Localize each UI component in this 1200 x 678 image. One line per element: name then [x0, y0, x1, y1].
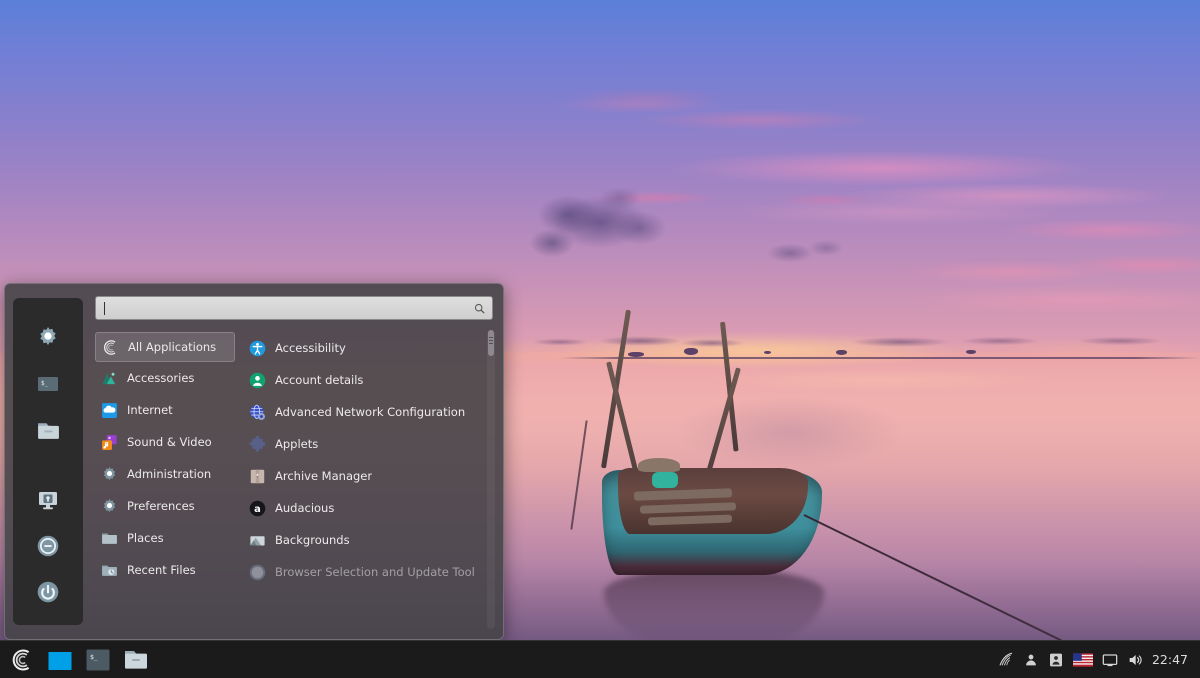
app-account-details[interactable]: Account details: [243, 364, 493, 396]
folder-icon: [125, 650, 147, 669]
accessibility-icon: [249, 340, 266, 356]
search-box[interactable]: [95, 296, 493, 320]
folder-icon: [37, 422, 59, 439]
sidebar-item-system-settings[interactable]: [28, 318, 68, 358]
app-label: Backgrounds: [275, 533, 350, 547]
taskbar: $_ 22:47: [0, 640, 1200, 678]
system-tray: 22:47: [998, 652, 1192, 668]
network-tray-icon[interactable]: [998, 652, 1014, 668]
app-list-scrollbar[interactable]: [487, 330, 495, 629]
places-folder-icon: [102, 533, 117, 544]
category-label: Internet: [127, 403, 173, 417]
category-preferences[interactable]: Preferences: [95, 490, 235, 522]
archive-manager-icon: [250, 469, 265, 483]
sidebar-item-terminal[interactable]: $_: [28, 364, 68, 404]
category-places[interactable]: Places: [95, 522, 235, 554]
category-label: Accessories: [127, 371, 195, 385]
app-label: Archive Manager: [275, 469, 373, 483]
menu-sidebar: $_: [13, 298, 83, 625]
power-icon: [37, 581, 59, 603]
category-administration[interactable]: Administration: [95, 458, 235, 490]
category-all-applications[interactable]: All Applications: [95, 332, 235, 362]
category-recent-files[interactable]: Recent Files: [95, 554, 235, 586]
sidebar-item-files[interactable]: [28, 410, 68, 450]
preferences-icon: [103, 498, 116, 512]
category-sound-video[interactable]: Sound & Video: [95, 426, 235, 458]
mint-logo-icon: [12, 649, 30, 670]
internet-icon: [102, 402, 117, 418]
category-label: Recent Files: [127, 563, 196, 577]
updates-tray-icon[interactable]: [1048, 652, 1064, 668]
app-label: Applets: [275, 437, 319, 451]
taskbar-launchers: $_: [8, 646, 151, 674]
category-accessories[interactable]: Accessories: [95, 362, 235, 394]
browser-selection-icon: [249, 564, 266, 580]
svg-text:a: a: [254, 504, 261, 515]
app-applets[interactable]: Applets: [243, 428, 493, 460]
menu-main: All Applications Accessories Internet So…: [83, 284, 503, 639]
app-browser-selection-and-update-tool[interactable]: Browser Selection and Update Tool: [243, 556, 493, 588]
text-caret: [104, 302, 105, 315]
boat-reflection: [604, 568, 824, 648]
terminal-icon: $_: [38, 377, 58, 391]
mint-logo-icon: [103, 339, 116, 355]
category-label: Places: [127, 531, 164, 545]
sidebar-item-log-out[interactable]: [28, 526, 68, 566]
taskbar-menu-button[interactable]: [8, 646, 36, 674]
wooden-boat: [560, 300, 1200, 678]
category-internet[interactable]: Internet: [95, 394, 235, 426]
blue-window-icon: [47, 649, 73, 670]
app-accessibility[interactable]: Accessibility: [243, 332, 493, 364]
category-label: All Applications: [128, 340, 217, 354]
sound-video-icon: [102, 434, 117, 450]
boat-bow-cap: [638, 458, 680, 472]
scrollbar-thumb[interactable]: [488, 330, 494, 356]
taskbar-files-launcher[interactable]: [121, 646, 151, 674]
app-label: Account details: [275, 373, 364, 387]
display-tray-icon[interactable]: [1102, 652, 1118, 668]
boat-teal-cloth: [652, 472, 678, 488]
svg-text:$_: $_: [90, 653, 98, 661]
account-details-icon: [249, 372, 266, 388]
app-label: Accessibility: [275, 341, 346, 355]
category-label: Preferences: [127, 499, 195, 513]
keyboard-layout-tray-icon[interactable]: [1072, 652, 1093, 667]
logout-icon: [37, 535, 59, 557]
volume-tray-icon[interactable]: [1127, 652, 1143, 668]
administration-icon: [103, 466, 116, 480]
category-list: All Applications Accessories Internet So…: [95, 330, 235, 629]
mooring-line: [570, 420, 588, 530]
app-label: Audacious: [275, 501, 335, 515]
clock[interactable]: 22:47: [1152, 652, 1188, 667]
category-label: Administration: [127, 467, 212, 481]
user-tray-icon[interactable]: [1023, 652, 1039, 668]
search-icon[interactable]: [473, 302, 486, 315]
audacious-icon: a: [249, 500, 266, 516]
network-config-icon: [250, 404, 266, 420]
taskbar-terminal-launcher[interactable]: $_: [84, 647, 112, 673]
app-advanced-network-configuration[interactable]: Advanced Network Configuration: [243, 396, 493, 428]
boat-interior: [618, 468, 808, 534]
app-audacious[interactable]: a Audacious: [243, 492, 493, 524]
terminal-icon: $_: [86, 649, 110, 670]
menu-lists: All Applications Accessories Internet So…: [95, 330, 495, 629]
lock-screen-icon: [39, 492, 57, 510]
backgrounds-icon: [250, 535, 265, 545]
sidebar-item-quit[interactable]: [28, 572, 68, 612]
applets-icon: [249, 435, 266, 452]
accessories-icon: [102, 372, 116, 384]
gear-icon: [40, 326, 56, 346]
app-label: Advanced Network Configuration: [275, 405, 466, 419]
svg-text:$_: $_: [41, 380, 49, 387]
sidebar-item-lock-screen[interactable]: [28, 480, 68, 520]
app-label: Browser Selection and Update Tool: [275, 565, 475, 579]
search-input[interactable]: [102, 298, 473, 318]
category-label: Sound & Video: [127, 435, 212, 449]
app-archive-manager[interactable]: Archive Manager: [243, 460, 493, 492]
app-backgrounds[interactable]: Backgrounds: [243, 524, 493, 556]
application-list: Accessibility Account details Advanced N…: [239, 330, 493, 629]
taskbar-show-desktop-button[interactable]: [45, 647, 75, 673]
recent-files-icon: [102, 565, 117, 576]
application-menu[interactable]: $_ All Applications Accessories Internet…: [4, 283, 504, 640]
